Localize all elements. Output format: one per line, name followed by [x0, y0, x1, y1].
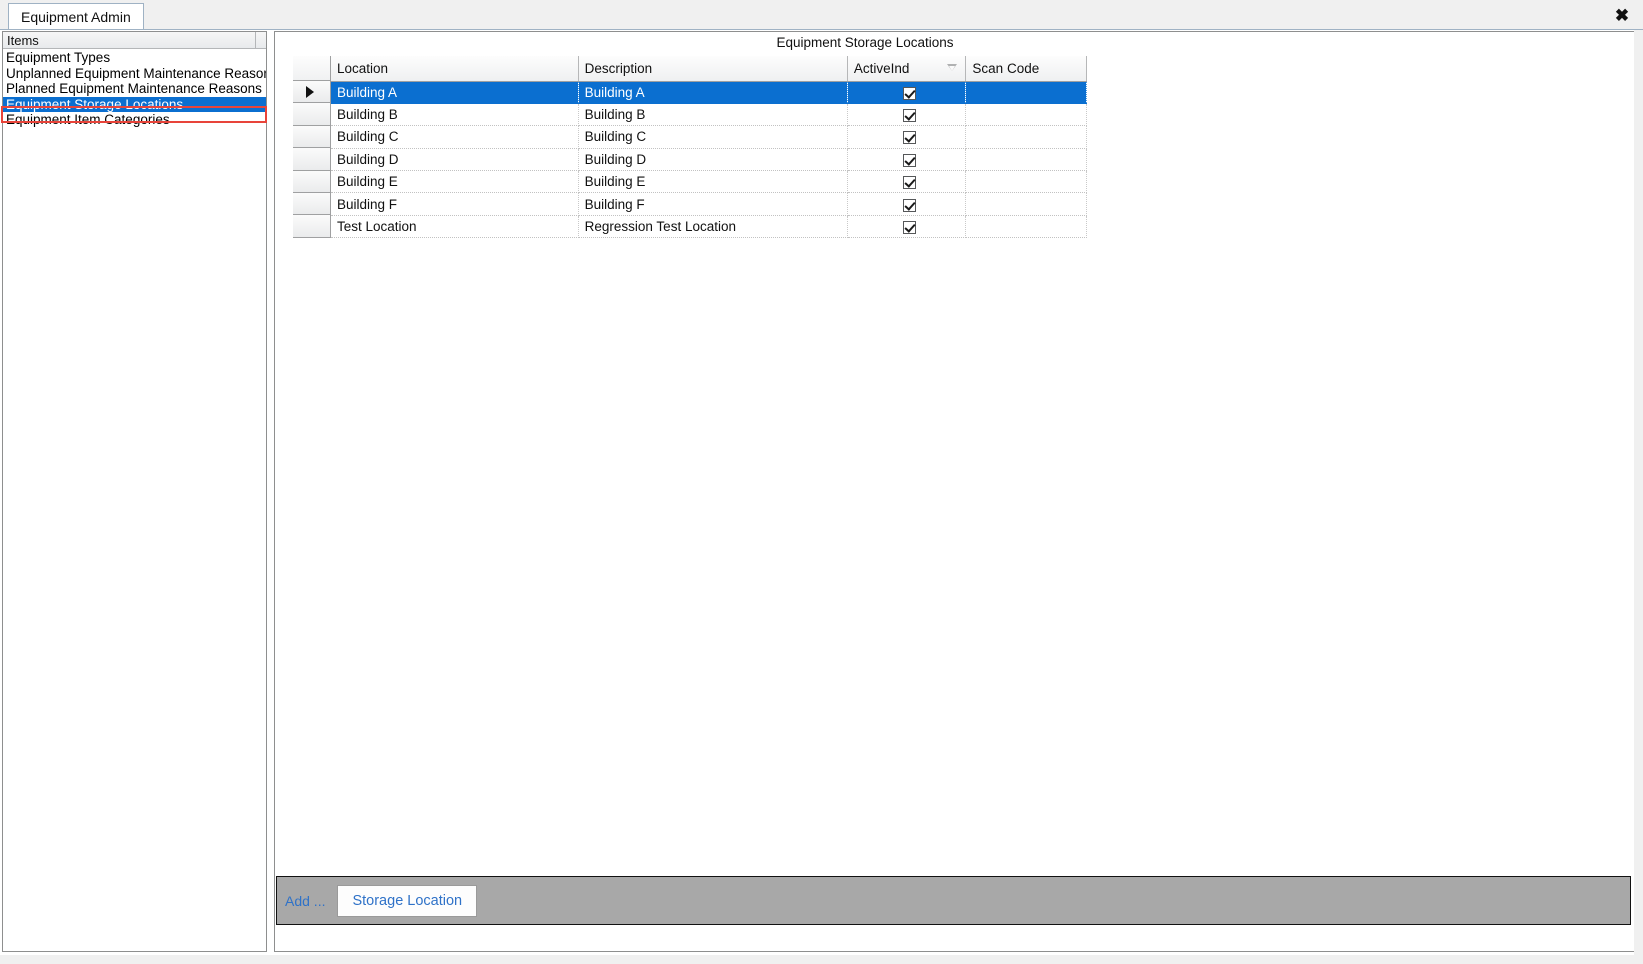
activeind-checkbox[interactable]	[903, 86, 917, 100]
sidebar-item-list: Equipment Types Unplanned Equipment Main…	[3, 50, 266, 951]
table-row[interactable]: Building E Building E	[331, 170, 1087, 194]
sidebar-header-resize-grip[interactable]	[255, 32, 266, 48]
equipment-admin-window: Equipment Admin ✖ Items Equipment Types …	[0, 0, 1643, 964]
sort-descending-icon	[947, 64, 958, 71]
cell-description[interactable]: Building A	[578, 81, 848, 104]
cell-activeind[interactable]	[847, 125, 967, 149]
cell-description[interactable]: Building B	[578, 103, 848, 127]
cell-scan-code[interactable]	[965, 103, 1087, 127]
close-icon[interactable]: ✖	[1611, 4, 1633, 26]
activeind-checkbox[interactable]	[903, 109, 917, 123]
activeind-checkbox[interactable]	[903, 220, 917, 234]
cell-scan-code[interactable]	[965, 192, 1087, 216]
activeind-checkbox[interactable]	[903, 153, 917, 167]
activeind-checkbox[interactable]	[903, 198, 917, 212]
sidebar-item-equipment-types[interactable]: Equipment Types	[3, 50, 266, 66]
column-header-activeind[interactable]: ActiveInd	[847, 56, 967, 82]
cell-description[interactable]: Building F	[578, 192, 848, 216]
cell-activeind[interactable]	[847, 215, 967, 239]
sidebar-item-unplanned-equipment-maintenance-reasons[interactable]: Unplanned Equipment Maintenance Reasons	[3, 66, 266, 82]
sidebar-header: Items	[3, 32, 266, 49]
cell-location[interactable]: Building C	[331, 125, 579, 149]
cell-location[interactable]: Test Location	[331, 215, 579, 239]
grid-row-header-gutter	[293, 56, 331, 238]
column-header-description-label: Description	[584, 60, 653, 76]
tab-strip-divider	[0, 29, 1643, 30]
cell-location[interactable]: Building A	[331, 81, 579, 104]
sidebar-header-label: Items	[7, 32, 39, 48]
sidebar-item-equipment-item-categories[interactable]: Equipment Item Categories	[3, 112, 266, 128]
tab-equipment-admin[interactable]: Equipment Admin	[8, 3, 144, 30]
window-bottom-edge	[0, 955, 1643, 964]
cell-location[interactable]: Building F	[331, 192, 579, 216]
cell-activeind[interactable]	[847, 192, 967, 216]
table-row[interactable]: Building A Building A	[331, 81, 1087, 104]
row-header-cell[interactable]	[293, 81, 331, 104]
close-icon-glyph: ✖	[1614, 5, 1630, 25]
sidebar-item-equipment-storage-locations[interactable]: Equipment Storage Locations	[3, 96, 266, 112]
add-storage-location-button-label: Storage Location	[352, 892, 463, 909]
cell-description[interactable]: Building C	[578, 125, 848, 149]
grid-header-row: Location Description ActiveInd Scan Code	[331, 56, 1087, 82]
add-storage-location-button[interactable]: Storage Location	[337, 884, 478, 917]
add-label[interactable]: Add ...	[285, 893, 325, 909]
column-header-activeind-label: ActiveInd	[853, 60, 910, 76]
cell-activeind[interactable]	[847, 103, 967, 127]
cell-scan-code[interactable]	[965, 125, 1087, 149]
cell-activeind[interactable]	[847, 148, 967, 172]
column-header-scan-code[interactable]: Scan Code	[965, 56, 1087, 82]
column-header-location-label: Location	[337, 60, 389, 76]
table-row[interactable]: Building D Building D	[331, 148, 1087, 172]
cell-activeind[interactable]	[847, 81, 967, 104]
cell-activeind[interactable]	[847, 170, 967, 194]
cell-scan-code[interactable]	[965, 215, 1087, 239]
row-header-cell[interactable]	[293, 170, 331, 193]
table-row[interactable]: Building B Building B	[331, 103, 1087, 127]
main-content-panel: Equipment Storage Locations Location Des…	[274, 31, 1640, 952]
row-header-cell[interactable]	[293, 148, 331, 171]
activeind-checkbox[interactable]	[903, 131, 917, 145]
cell-description[interactable]: Building E	[578, 170, 848, 194]
window-right-edge	[1634, 30, 1643, 964]
current-row-pointer-icon	[306, 86, 314, 98]
grid-table: Location Description ActiveInd Scan Code…	[331, 56, 1087, 239]
items-sidebar: Items Equipment Types Unplanned Equipmen…	[1, 31, 267, 952]
cell-scan-code[interactable]	[965, 81, 1087, 104]
cell-scan-code[interactable]	[965, 170, 1087, 194]
row-header-cell[interactable]	[293, 125, 331, 149]
row-header-cell[interactable]	[293, 192, 331, 216]
table-row[interactable]: Building F Building F	[331, 192, 1087, 216]
table-row[interactable]: Building C Building C	[331, 125, 1087, 149]
table-row[interactable]: Test Location Regression Test Location	[331, 215, 1087, 239]
tab-equipment-admin-label: Equipment Admin	[21, 9, 131, 25]
cell-location[interactable]: Building D	[331, 148, 579, 172]
cell-location[interactable]: Building E	[331, 170, 579, 194]
page-title: Equipment Storage Locations	[776, 35, 954, 50]
column-header-scan-code-label: Scan Code	[972, 60, 1040, 76]
sidebar-item-planned-equipment-maintenance-reasons[interactable]: Planned Equipment Maintenance Reasons	[3, 81, 266, 97]
row-header-cell[interactable]	[293, 103, 331, 126]
storage-locations-grid: Location Description ActiveInd Scan Code…	[293, 56, 1087, 239]
tab-strip: Equipment Admin ✖	[0, 0, 1643, 30]
bottom-action-bar: Add ... Storage Location	[276, 876, 1631, 925]
cell-description[interactable]: Building D	[578, 148, 848, 172]
grid-corner-cell[interactable]	[293, 56, 331, 81]
cell-location[interactable]: Building B	[331, 103, 579, 127]
activeind-checkbox[interactable]	[903, 176, 917, 190]
row-header-cell[interactable]	[293, 215, 331, 238]
cell-description[interactable]: Regression Test Location	[578, 215, 848, 239]
column-header-location[interactable]: Location	[331, 56, 579, 82]
column-header-description[interactable]: Description	[578, 56, 848, 82]
cell-scan-code[interactable]	[965, 148, 1087, 172]
